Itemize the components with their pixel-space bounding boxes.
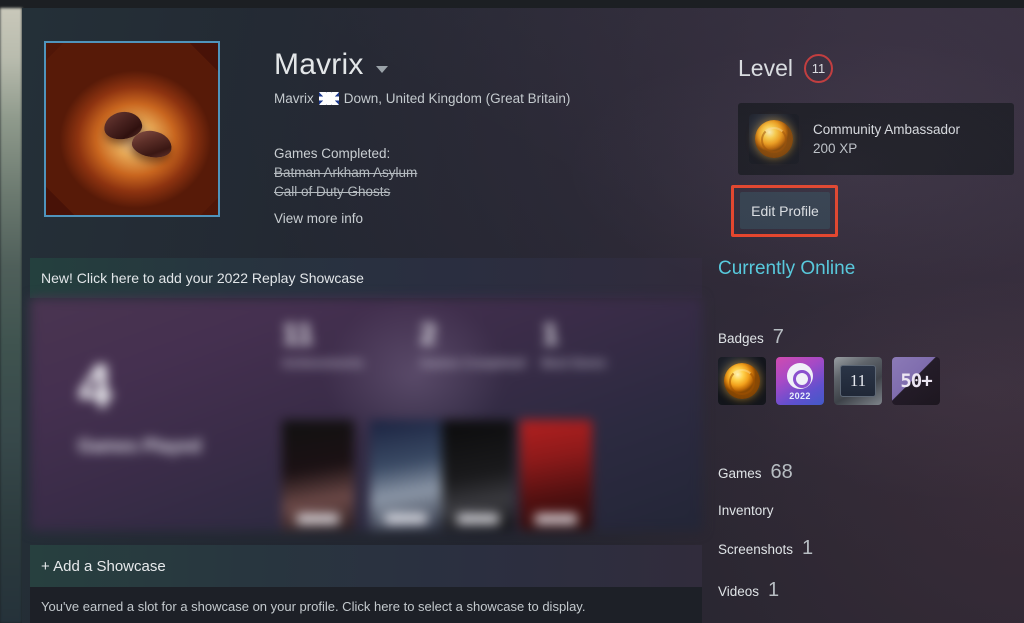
sidebar-stats-list: Games 68 Inventory Screenshots 1 Videos …: [718, 461, 1018, 602]
stat-label: Screenshots: [718, 542, 794, 557]
location-text: Down, United Kingdom (Great Britain): [343, 91, 571, 106]
cover-caption-bar: [385, 514, 427, 524]
persona-name: Mavrix: [274, 48, 364, 81]
stat-label: Videos: [718, 584, 760, 599]
fifty-plus-games-badge-icon[interactable]: 50+: [892, 357, 940, 405]
avatar-image: [46, 43, 218, 215]
replay-stat-label: Best Genre: [542, 356, 607, 370]
replay-showcase-banner[interactable]: New! Click here to add your 2022 Replay …: [30, 258, 702, 298]
replay-showcase-preview[interactable]: 4 Games Played 11 Achievements 2 Games C…: [30, 298, 702, 531]
stat-label: Games: [718, 466, 762, 481]
cover-caption-bar: [535, 514, 577, 524]
showcase-column: New! Click here to add your 2022 Replay …: [30, 258, 710, 623]
profile-header: Mavrix Mavrix Down, United Kingdom (Great…: [22, 8, 1024, 248]
badges-label: Badges: [718, 331, 764, 346]
replay-game-cover: [442, 420, 514, 530]
sidebar-stat-videos[interactable]: Videos 1: [718, 579, 1018, 602]
profile-content-area: Mavrix Mavrix Down, United Kingdom (Great…: [22, 8, 1024, 623]
real-name-and-location: Mavrix Down, United Kingdom (Great Britai…: [274, 91, 570, 106]
favorite-badge-title: Community Ambassador: [813, 122, 961, 137]
stat-value: 1: [802, 537, 814, 559]
summary-heading: Games Completed:: [274, 146, 391, 161]
gold-community-medal-icon[interactable]: [718, 357, 766, 405]
replay-stat: 1 Best Genre: [542, 318, 607, 371]
badge-year-label: 2022: [789, 391, 811, 401]
medal-coin-shape: [755, 120, 793, 158]
level-display[interactable]: Level 11: [738, 54, 833, 83]
desktop-background-strip: [0, 8, 22, 623]
favorite-badge-card[interactable]: Community Ambassador 200 XP: [738, 103, 1014, 175]
persona-name-row[interactable]: Mavrix: [274, 48, 388, 82]
completed-game-item: Batman Arkham Asylum: [274, 165, 418, 180]
add-showcase-description: You've earned a slot for a showcase on y…: [30, 587, 702, 623]
replay-game-cover: [520, 420, 592, 530]
replay-stat: 2 Games Completed: [420, 318, 526, 371]
stat-value: 68: [770, 461, 793, 483]
sidebar-stat-games[interactable]: Games 68: [718, 461, 1018, 484]
replay-stat-value: 2: [420, 318, 437, 351]
steam-profile-page: Mavrix Mavrix Down, United Kingdom (Great…: [0, 0, 1024, 623]
view-more-info-link[interactable]: View more info: [274, 211, 363, 226]
profile-sidebar: Currently Online Badges 7 2022 11 50+ Ga…: [718, 258, 1018, 621]
cover-caption-bar: [457, 514, 499, 524]
replay-stat-value: 1: [542, 318, 559, 351]
steam-2022-replay-badge-icon[interactable]: 2022: [776, 357, 824, 405]
replay-game-cover: [282, 420, 354, 530]
steam-logo-icon: [787, 363, 813, 389]
window-top-bar: [0, 0, 1024, 8]
fifty-plus-label: 50+: [900, 370, 932, 392]
cover-caption-bar: [297, 514, 339, 524]
gold-community-medal-icon: [749, 114, 799, 164]
completed-game-item: Call of Duty Ghosts: [274, 184, 391, 199]
badges-stat-row[interactable]: Badges 7: [718, 326, 1018, 349]
online-status: Currently Online: [718, 258, 856, 279]
profile-summary: Games Completed: Batman Arkham Asylum Ca…: [274, 144, 417, 201]
edit-profile-button[interactable]: Edit Profile: [740, 192, 830, 229]
level-label: Level: [738, 55, 793, 81]
level-value-badge: 11: [803, 54, 833, 83]
stat-value: 1: [768, 579, 780, 601]
sidebar-stat-screenshots[interactable]: Screenshots 1: [718, 537, 1018, 560]
replay-stat-value: 11: [282, 318, 314, 351]
united-kingdom-flag-icon: [318, 92, 339, 105]
replay-stat: 11 Achievements: [282, 318, 364, 371]
add-showcase-button[interactable]: + Add a Showcase: [30, 545, 702, 587]
real-name: Mavrix: [274, 91, 314, 106]
favorite-badge-text: Community Ambassador 200 XP: [813, 120, 960, 158]
level-badge-number: 11: [840, 365, 876, 397]
avatar[interactable]: [44, 41, 220, 217]
chevron-down-icon[interactable]: [375, 65, 388, 73]
steam-level-11-badge-icon[interactable]: 11: [834, 357, 882, 405]
stat-label: Inventory: [718, 503, 774, 518]
badges-count: 7: [772, 326, 784, 348]
replay-stat-label: Games Completed: [420, 356, 526, 370]
favorite-badge-xp: 200 XP: [813, 141, 858, 156]
badge-icon-grid: 2022 11 50+: [718, 357, 1018, 405]
sidebar-stat-inventory[interactable]: Inventory: [718, 503, 1018, 518]
medal-coin-shape: [724, 363, 760, 399]
replay-games-played-label: Games Played: [78, 436, 202, 456]
replay-stat-label: Achievements: [282, 356, 364, 370]
replay-games-played-value: 4: [78, 352, 113, 421]
replay-game-cover: [370, 420, 442, 530]
